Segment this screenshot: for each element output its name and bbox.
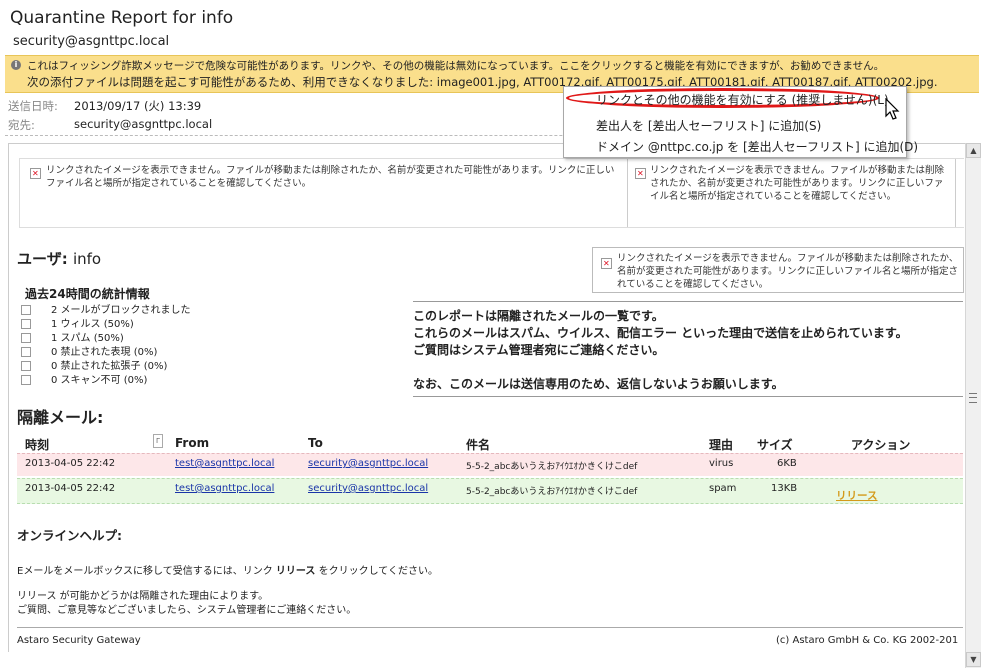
sent-value: 2013/09/17 (火) 13:39 <box>74 99 202 113</box>
table-row: 2013-04-05 22:42 test@asgnttpc.local sec… <box>17 478 963 504</box>
col-to: To <box>308 436 323 450</box>
notice-line: これらのメールはスパム、ウイルス、配信エラー といった理由で送信を止められていま… <box>413 326 908 340</box>
notice-box: このレポートは隔離されたメールの一覧です。 これらのメールはスパム、ウイルス、配… <box>413 301 963 397</box>
message-body: リンクされたイメージを表示できません。ファイルが移動または削除されたか、名前が変… <box>8 143 965 652</box>
scroll-grip-icon[interactable] <box>969 393 977 403</box>
row-reason: virus <box>709 458 734 469</box>
stat-bullet <box>21 375 31 385</box>
quarantine-title: 隔離メール: <box>17 408 104 427</box>
footer-left: Astaro Security Gateway <box>17 635 141 646</box>
col-reason: 理由 <box>709 438 734 452</box>
stats-title: 過去24時間の統計情報 <box>25 287 150 301</box>
stat-bullet <box>21 333 31 343</box>
notice-line: なお、このメールは送信専用のため、返信しないようお願いします。 <box>413 377 784 391</box>
stat-bullet <box>21 347 31 357</box>
row-from-link[interactable]: test@asgnttpc.local <box>175 458 274 469</box>
broken-image-icon <box>30 167 41 180</box>
row-subject: 5-5-2_abcあいうえおｱｲｳｴｵかきくけこdef <box>466 487 638 497</box>
scroll-down-button[interactable]: ▼ <box>966 652 981 667</box>
top-banner-area: リンクされたイメージを表示できません。ファイルが移動または削除されたか、名前が変… <box>19 158 964 228</box>
help-release-word: リリース <box>275 566 316 577</box>
notice-line: ご質問はシステム管理者宛にご連絡ください。 <box>413 343 665 357</box>
stat-bullet <box>21 305 31 315</box>
stats-list: 2 メールがブロックされました 1 ウィルス (50%) 1 スパム (50%)… <box>21 304 191 388</box>
menu-item-add-domain-safelist[interactable]: ドメイン @nttpc.co.jp を [差出人セーフリスト] に追加(D) <box>596 138 918 155</box>
broken-image-icon <box>601 257 612 270</box>
row-from-link[interactable]: test@asgnttpc.local <box>175 483 274 494</box>
row-to-link[interactable]: security@asgnttpc.local <box>308 483 428 494</box>
menu-item-enable-links[interactable]: リンクとその他の機能を有効にする (推奨しません)(L) <box>596 91 889 108</box>
help-line-2: リリース が可能かどうかは隔離された理由によります。 <box>17 591 269 602</box>
broken-image-text: リンクされたイメージを表示できません。ファイルが移動または削除されたか、名前が変… <box>650 165 945 202</box>
broken-image-text: リンクされたイメージを表示できません。ファイルが移動または削除されたか、名前が変… <box>617 253 959 290</box>
stat-bullet <box>21 361 31 371</box>
row-to-link[interactable]: security@asgnttpc.local <box>308 458 428 469</box>
col-subject: 件名 <box>466 438 491 452</box>
sent-label: 送信日時: <box>8 99 58 113</box>
row-size: 6KB <box>777 458 797 469</box>
col-time: 時刻 <box>25 438 50 452</box>
user-heading: ユーザ: info <box>17 248 101 269</box>
sender-address: security@asgnttpc.local <box>13 34 170 49</box>
row-time: 2013-04-05 22:42 <box>25 458 116 469</box>
row-time: 2013-04-05 22:42 <box>25 483 116 494</box>
footer-divider <box>17 627 963 628</box>
vertical-scrollbar[interactable]: ▲ ▼ <box>965 143 981 668</box>
to-label: 宛先: <box>8 118 35 132</box>
stat-item: 0 禁止された表現 (0%) <box>21 346 191 360</box>
help-line-1: Eメールをメールボックスに移して受信するには、リンク リリース をクリックしてく… <box>17 566 438 577</box>
stat-item: 1 ウィルス (50%) <box>21 318 191 332</box>
column-sort-handle[interactable]: Γ <box>153 434 163 448</box>
stat-item: 2 メールがブロックされました <box>21 304 191 318</box>
col-size: サイズ <box>757 438 793 452</box>
stat-item: 1 スパム (50%) <box>21 332 191 346</box>
broken-image-3: リンクされたイメージを表示できません。ファイルが移動または削除されたか、名前が変… <box>592 247 964 293</box>
footer-right: (c) Astaro GmbH & Co. KG 2002-201 <box>776 635 959 646</box>
notice-line: このレポートは隔離されたメールの一覧です。 <box>413 309 664 323</box>
user-label: ユーザ: <box>17 250 68 268</box>
col-action: アクション <box>851 438 911 452</box>
broken-image-icon <box>635 167 646 180</box>
warning-line-1: これはフィッシング詐欺メッセージで危険な可能性があります。リンクや、その他の機能… <box>27 60 885 72</box>
info-icon: i <box>11 60 21 70</box>
broken-image-text: リンクされたイメージを表示できません。ファイルが移動または削除されたか、名前が変… <box>46 165 615 189</box>
help-line-3: ご質問、ご意見等などございましたら、システム管理者にご連絡ください。 <box>17 605 357 616</box>
context-menu: リンクとその他の機能を有効にする (推奨しません)(L) 差出人を [差出人セー… <box>563 86 918 158</box>
broken-image-2: リンクされたイメージを表示できません。ファイルが移動または削除されたか、名前が変… <box>628 159 956 227</box>
broken-image-1: リンクされたイメージを表示できません。ファイルが移動または削除されたか、名前が変… <box>20 159 628 227</box>
to-value: security@asgnttpc.local <box>74 117 213 131</box>
menu-item-add-sender-safelist[interactable]: 差出人を [差出人セーフリスト] に追加(S) <box>596 117 821 134</box>
row-reason: spam <box>709 483 737 494</box>
user-name: info <box>72 250 102 268</box>
table-row: 2013-04-05 22:42 test@asgnttpc.local sec… <box>17 453 963 476</box>
stat-item: 0 禁止された拡張子 (0%) <box>21 360 191 374</box>
scroll-up-button[interactable]: ▲ <box>966 143 981 158</box>
stat-bullet <box>21 319 31 329</box>
row-subject: 5-5-2_abcあいうえおｱｲｳｴｵかきくけこdef <box>466 462 638 472</box>
help-title: オンラインヘルプ: <box>17 528 122 543</box>
stat-item: 0 スキャン不可 (0%) <box>21 374 191 388</box>
col-from: From <box>175 436 210 450</box>
release-link[interactable]: リリース <box>836 488 877 503</box>
report-title: Quarantine Report for info <box>10 8 234 28</box>
mouse-cursor-icon <box>885 98 900 120</box>
row-size: 13KB <box>771 483 798 494</box>
